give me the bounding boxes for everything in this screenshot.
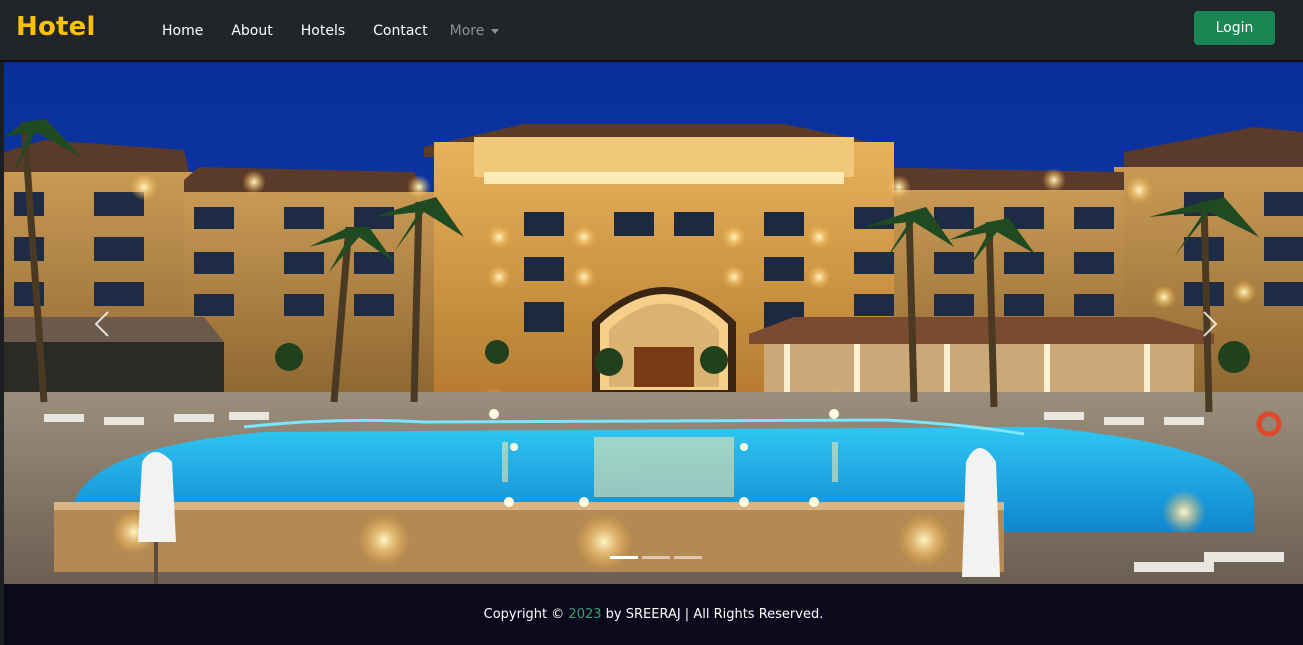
more-dropdown-label: More <box>449 22 485 39</box>
hero-carousel <box>4 62 1303 584</box>
nav-link-contact[interactable]: Contact <box>359 23 441 39</box>
nav-links: Home About Hotels Contact More <box>148 0 513 61</box>
footer: Copyright © 2023 by SREERAJ | All Rights… <box>4 584 1303 645</box>
caret-down-icon <box>491 28 500 34</box>
carousel-prev-button[interactable] <box>82 310 122 338</box>
copyright-suffix: by SREERAJ | All Rights Reserved. <box>605 607 824 622</box>
nav-link-about[interactable]: About <box>217 23 286 39</box>
carousel-indicators <box>610 556 702 559</box>
hotel-slide-image <box>4 62 1303 584</box>
chevron-left-icon <box>94 311 109 337</box>
nav-link-hotels[interactable]: Hotels <box>287 23 359 39</box>
navbar: Hotel Home About Hotels Contact More Log… <box>0 0 1303 61</box>
chevron-right-icon <box>1203 311 1218 337</box>
brand-logo[interactable]: Hotel <box>16 12 96 42</box>
more-dropdown[interactable]: More <box>442 23 514 39</box>
copyright-prefix: Copyright © <box>483 607 565 622</box>
carousel-indicator-3[interactable] <box>674 556 702 559</box>
carousel-next-button[interactable] <box>1190 310 1230 338</box>
nav-link-home[interactable]: Home <box>148 23 217 39</box>
carousel-indicator-2[interactable] <box>642 556 670 559</box>
copyright-year: 2023 <box>568 607 602 622</box>
carousel-indicator-1[interactable] <box>610 556 638 559</box>
login-button[interactable]: Login <box>1194 11 1275 45</box>
